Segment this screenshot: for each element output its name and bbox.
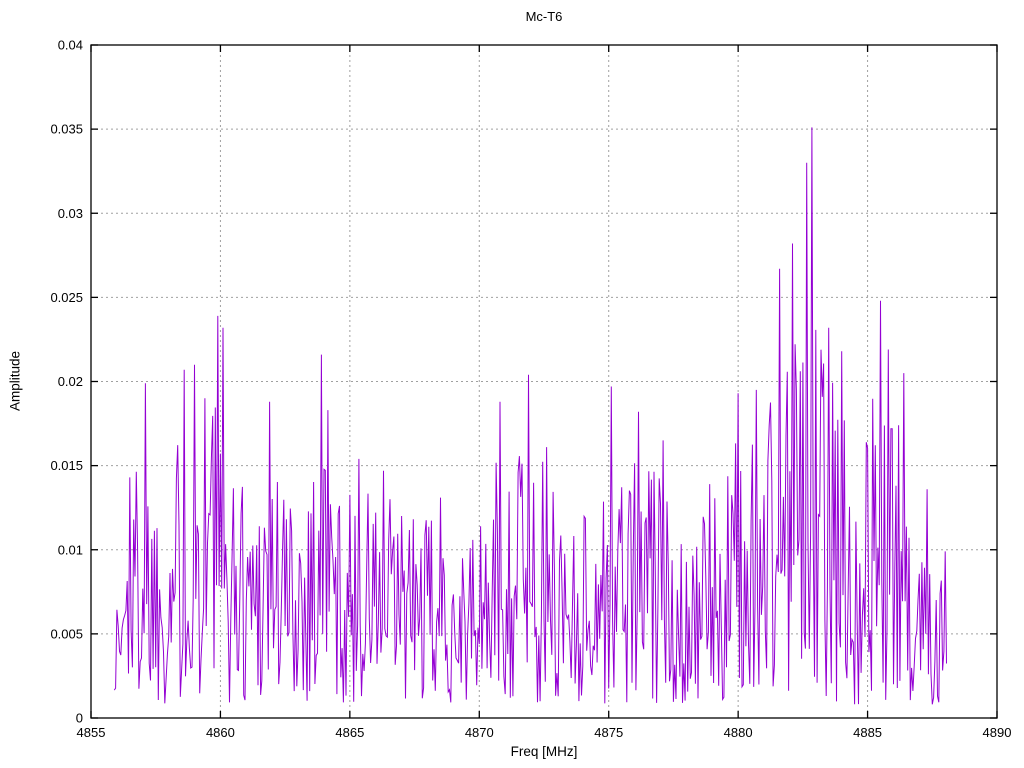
y-tick-label: 0 [76, 711, 83, 726]
figure-canvas: Mc-T6 Amplitude Freq [MHz] 4855 4860 4865 4… [0, 0, 1024, 768]
y-tick-label: 0.04 [58, 38, 83, 53]
x-tick-label: 4870 [465, 725, 494, 740]
y-tick-label: 0.035 [50, 122, 83, 137]
x-tick-label: 4875 [594, 725, 623, 740]
x-tick-label: 4860 [206, 725, 235, 740]
y-tick-label: 0.015 [50, 458, 83, 473]
spectrum-line [113, 127, 947, 705]
y-tick-label: 0.005 [50, 626, 83, 641]
x-tick-label: 4890 [983, 725, 1012, 740]
x-tick-label: 4855 [77, 725, 106, 740]
y-tick-label: 0.02 [58, 374, 83, 389]
spectrum-plot: 4855 4860 4865 4870 4875 4880 4885 4890 0 0.005 0.… [50, 38, 1012, 741]
x-tick-label: 4880 [724, 725, 753, 740]
x-tick-label: 4885 [853, 725, 882, 740]
y-tick-label: 0.03 [58, 206, 83, 221]
y-tick-label: 0.01 [58, 542, 83, 557]
y-tick-label: 0.025 [50, 290, 83, 305]
x-tick-label: 4865 [335, 725, 364, 740]
